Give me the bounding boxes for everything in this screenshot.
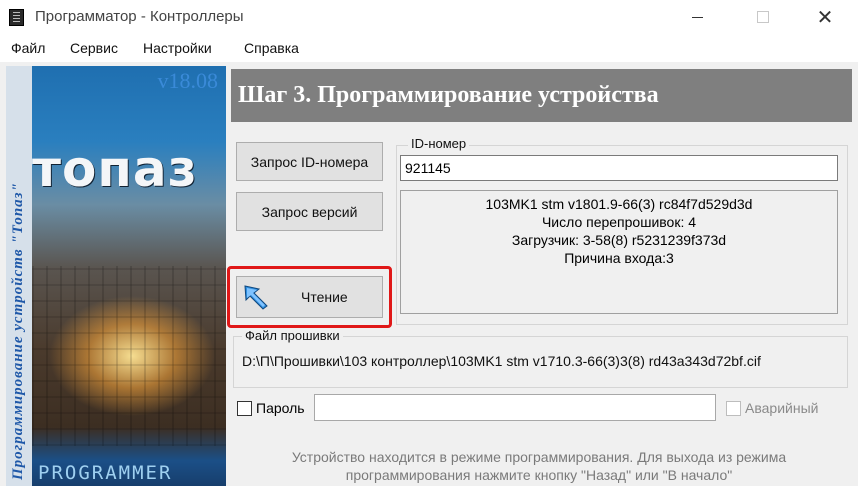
read-button-label: Чтение [301, 289, 348, 305]
close-icon: ✕ [816, 6, 834, 29]
id-number-field[interactable]: 921145 [400, 155, 838, 181]
minimize-button[interactable] [674, 0, 720, 34]
firmware-path: D:\П\Прошивки\103 контроллер\103MK1 stm … [242, 353, 761, 369]
read-button[interactable]: Чтение [236, 276, 383, 318]
circuit-board-image [32, 266, 226, 446]
arrow-cursor-icon [244, 285, 268, 310]
status-message: Устройство находится в режиме программир… [231, 448, 847, 484]
maximize-button[interactable] [740, 0, 786, 34]
step-title: Шаг 3. Программирование устройства [231, 69, 852, 122]
app-icon [9, 9, 24, 26]
title-bar: Программатор - Контроллеры ✕ [0, 0, 858, 34]
menu-service[interactable]: Сервис [70, 40, 118, 56]
info-line-reflash-count: Число перепрошивок: 4 [541, 214, 697, 230]
brand-image: v18.08 топаз PROGRAMMER [32, 66, 226, 486]
info-line-bootloader: Загрузчик: 3-58(8) r5231239f373d [511, 232, 727, 248]
device-info-box: 103MK1 stm v1801.9-66(3) rc84f7d529d3d Ч… [400, 190, 838, 314]
firmware-group-label: Файл прошивки [242, 328, 343, 343]
brand-logo: топаз [32, 140, 198, 198]
info-line-entry-reason: Причина входа:3 [564, 250, 674, 266]
vertical-caption: Программирование устройств "Топаз" [10, 182, 26, 480]
minimize-icon [691, 16, 703, 18]
status-line-1: Устройство находится в режиме программир… [291, 449, 787, 465]
request-versions-button[interactable]: Запрос версий [236, 192, 383, 231]
close-button[interactable]: ✕ [802, 0, 848, 34]
sidebar-banner: Программирование устройств "Топаз" v18.0… [6, 66, 226, 486]
menu-file[interactable]: Файл [11, 40, 45, 56]
info-line-firmware: 103MK1 stm v1801.9-66(3) rc84f7d529d3d [485, 196, 753, 212]
emergency-checkbox[interactable] [726, 401, 741, 416]
window-title: Программатор - Контроллеры [35, 8, 244, 25]
status-line-2: программирования нажмите кнопку "Назад" … [345, 467, 733, 483]
menu-help[interactable]: Справка [244, 40, 299, 56]
request-id-button[interactable]: Запрос ID-номера [236, 142, 383, 181]
menu-bar: Файл Сервис Настройки Справка [0, 34, 858, 62]
vertical-strip: Программирование устройств "Топаз" [6, 66, 32, 486]
version-label: v18.08 [157, 68, 219, 93]
menu-settings[interactable]: Настройки [143, 40, 212, 56]
id-group-label: ID-номер [408, 136, 470, 151]
maximize-icon [757, 11, 769, 23]
password-checkbox[interactable] [237, 401, 252, 416]
programmer-label: PROGRAMMER [38, 462, 173, 484]
password-label[interactable]: Пароль [256, 400, 305, 416]
emergency-label: Аварийный [745, 400, 819, 416]
password-input[interactable] [314, 394, 716, 421]
